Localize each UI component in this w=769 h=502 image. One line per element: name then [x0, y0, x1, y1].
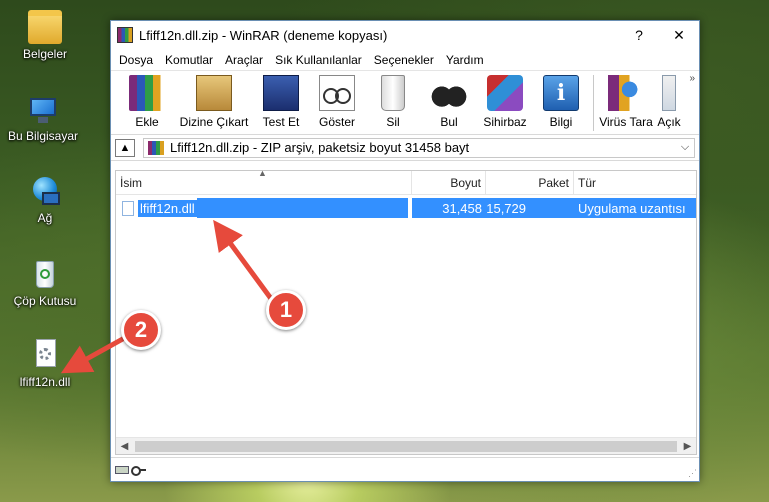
- file-size: 31,458: [412, 198, 486, 218]
- key-icon[interactable]: [131, 465, 146, 476]
- network-icon: [28, 174, 62, 208]
- toolbar-info-button[interactable]: i Bilgi: [533, 75, 589, 129]
- desktop-icon-label: Belgeler: [22, 47, 68, 61]
- desktop-icon-dll-file[interactable]: lfiff12n.dll: [0, 338, 90, 389]
- close-button[interactable]: ✕: [659, 21, 699, 49]
- wizard-icon: [487, 75, 523, 111]
- desktop-icon-network[interactable]: Ağ: [0, 174, 90, 225]
- view-icon: [319, 75, 355, 111]
- column-header-packed[interactable]: Paket: [486, 171, 574, 194]
- scrollbar-thumb[interactable]: [135, 440, 677, 452]
- file-list-header: ▲ İsim Boyut Paket Tür: [116, 168, 696, 195]
- horizontal-scrollbar[interactable]: ◀ ▶: [116, 437, 696, 454]
- status-bar: ⋰: [111, 457, 699, 481]
- toolbar-delete-button[interactable]: Sil: [365, 75, 421, 129]
- menu-favorites[interactable]: Sık Kullanılanlar: [269, 53, 368, 67]
- chevron-down-icon[interactable]: ⌵: [676, 141, 694, 154]
- toolbar-label: Test Et: [262, 115, 300, 129]
- toolbar-separator: [593, 75, 594, 131]
- column-header-type[interactable]: Tür: [574, 171, 696, 194]
- toolbar-label: Göster: [318, 115, 355, 129]
- file-list: ▲ İsim Boyut Paket Tür lfiff12n.dll 31,4…: [115, 168, 697, 455]
- toolbar-label: Bul: [440, 115, 458, 129]
- window-title: Lfiff12n.dll.zip - WinRAR (deneme kopyas…: [139, 27, 388, 43]
- file-packed-size: 15,729: [486, 198, 574, 218]
- toolbar-open-button[interactable]: Açık: [654, 75, 684, 129]
- file-icon: [122, 200, 134, 216]
- desktop-icon-recycle-bin[interactable]: Çöp Kutusu: [0, 257, 90, 308]
- toolbar-wizard-button[interactable]: Sihirbaz: [477, 75, 533, 129]
- find-icon: [431, 75, 467, 111]
- help-button[interactable]: ?: [619, 21, 659, 49]
- extract-to-icon: [196, 75, 232, 111]
- toolbar-label: Açık: [657, 115, 681, 129]
- menu-tools[interactable]: Araçlar: [219, 53, 269, 67]
- test-icon: [263, 75, 299, 111]
- menu-help[interactable]: Yardım: [440, 53, 490, 67]
- up-folder-button[interactable]: ▲: [115, 138, 135, 157]
- desktop-icon-documents[interactable]: Belgeler: [0, 10, 90, 61]
- archive-path-text: Lfiff12n.dll.zip - ZIP arşiv, paketsiz b…: [170, 140, 470, 155]
- column-header-size[interactable]: Boyut: [412, 171, 486, 194]
- title-bar[interactable]: Lfiff12n.dll.zip - WinRAR (deneme kopyas…: [111, 21, 699, 49]
- resize-grip-icon[interactable]: ⋰: [688, 468, 697, 479]
- desktop-icon-this-pc[interactable]: Bu Bilgisayar: [0, 92, 88, 143]
- toolbar-view-button[interactable]: Göster: [309, 75, 365, 129]
- toolbar-virus-scan-button[interactable]: Virüs Tara: [598, 75, 654, 129]
- desktop-icon-label: Çöp Kutusu: [13, 294, 77, 308]
- toolbar-label: Ekle: [135, 115, 159, 129]
- file-row[interactable]: lfiff12n.dll 31,458 15,729 Uygulama uzan…: [116, 198, 696, 218]
- toolbar-label: Sihirbaz: [483, 115, 527, 129]
- toolbar-test-button[interactable]: Test Et: [253, 75, 309, 129]
- toolbar-label: Sil: [386, 115, 400, 129]
- winrar-window: Lfiff12n.dll.zip - WinRAR (deneme kopyas…: [110, 20, 700, 482]
- recycle-bin-icon: [28, 257, 62, 291]
- info-icon: i: [543, 75, 579, 111]
- add-icon: [129, 75, 165, 111]
- file-name: lfiff12n.dll: [138, 199, 197, 217]
- sort-ascending-icon: ▲: [258, 168, 267, 178]
- dll-file-icon: [28, 338, 62, 372]
- file-type: Uygulama uzantısı: [574, 198, 696, 218]
- virus-scan-icon: [608, 75, 644, 111]
- annotation-badge-1: 1: [266, 290, 306, 330]
- drive-icon[interactable]: [115, 465, 129, 474]
- toolbar-label: Dizine Çıkart: [179, 115, 249, 129]
- address-bar: ▲ Lfiff12n.dll.zip - ZIP arşiv, paketsiz…: [111, 135, 699, 161]
- desktop-icon-label: lfiff12n.dll: [19, 375, 71, 389]
- toolbar-overflow-button[interactable]: »: [689, 73, 695, 84]
- annotation-badge-2: 2: [121, 310, 161, 350]
- menu-commands[interactable]: Komutlar: [159, 53, 219, 67]
- arrow-up-icon: ▲: [119, 141, 131, 154]
- delete-icon: [381, 75, 405, 111]
- open-icon: [662, 75, 676, 111]
- winrar-app-icon: [117, 27, 133, 43]
- scroll-left-icon[interactable]: ◀: [116, 441, 133, 452]
- scroll-right-icon[interactable]: ▶: [679, 441, 696, 452]
- desktop-icon-label: Bu Bilgisayar: [7, 129, 79, 143]
- toolbar-find-button[interactable]: Bul: [421, 75, 477, 129]
- toolbar-add-button[interactable]: Ekle: [119, 75, 175, 129]
- toolbar-extract-to-button[interactable]: Dizine Çıkart: [175, 75, 253, 129]
- computer-icon: [26, 92, 60, 126]
- archive-icon: [148, 140, 164, 155]
- desktop-icon-label: Ağ: [37, 211, 53, 225]
- archive-path-combobox[interactable]: Lfiff12n.dll.zip - ZIP arşiv, paketsiz b…: [143, 137, 695, 158]
- toolbar-label: Virüs Tara: [599, 115, 653, 129]
- menu-file[interactable]: Dosya: [113, 53, 159, 67]
- folder-icon: [28, 10, 62, 44]
- toolbar: Ekle Dizine Çıkart Test Et Göster Sil Bu…: [111, 71, 699, 135]
- menu-options[interactable]: Seçenekler: [368, 53, 440, 67]
- toolbar-label: Bilgi: [549, 115, 573, 129]
- menu-bar: Dosya Komutlar Araçlar Sık Kullanılanlar…: [111, 49, 699, 71]
- file-name-cell: lfiff12n.dll: [118, 198, 412, 218]
